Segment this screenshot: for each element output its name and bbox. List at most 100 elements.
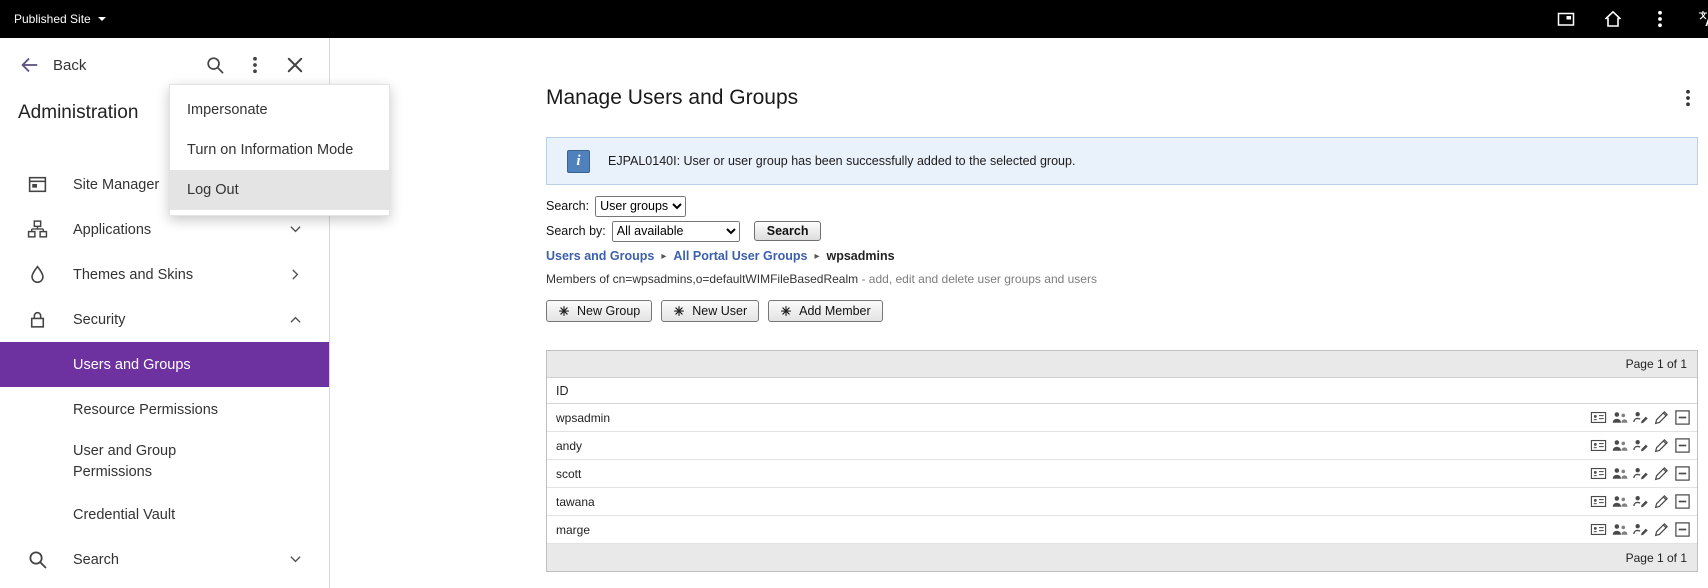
- breadcrumb-separator-icon: ▸: [814, 250, 820, 262]
- sidebar-item-label: Users and Groups: [73, 356, 191, 373]
- manage-users-groups-portlet: Manage Users and Groups i EJPAL0140I: Us…: [546, 86, 1698, 572]
- kebab-icon[interactable]: [1650, 9, 1670, 29]
- row-actions: [1590, 437, 1691, 454]
- sidebar-item-search[interactable]: Search: [0, 537, 329, 582]
- results-table: Page 1 of 1 ID wpsadmin andy scott tawan…: [546, 350, 1698, 572]
- sidebar-item-resource-permissions[interactable]: Resource Permissions: [0, 387, 329, 432]
- members-text: Members of cn=wpsadmins,o=defaultWIMFile…: [546, 272, 859, 286]
- button-label: New User: [692, 304, 748, 318]
- row-id: wpsadmin: [556, 410, 611, 425]
- table-row: marge: [547, 516, 1697, 544]
- id-card-icon[interactable]: [1590, 465, 1607, 482]
- remove-icon[interactable]: [1674, 409, 1691, 426]
- edit-icon[interactable]: [1653, 521, 1670, 538]
- id-card-icon[interactable]: [1590, 437, 1607, 454]
- id-card-icon[interactable]: [1590, 493, 1607, 510]
- main-area: Manage Users and Groups i EJPAL0140I: Us…: [330, 38, 1708, 588]
- back-arrow-icon: [18, 54, 40, 76]
- sidebar-item-security[interactable]: Security: [0, 297, 329, 342]
- sidebar-item-themes-and-skins[interactable]: Themes and Skins: [0, 252, 329, 297]
- published-site-label: Published Site: [14, 12, 91, 26]
- edit-profile-icon[interactable]: [1632, 521, 1649, 538]
- membership-icon[interactable]: [1611, 493, 1628, 510]
- search-type-select[interactable]: User groups: [595, 195, 687, 217]
- row-actions: [1590, 493, 1691, 510]
- breadcrumb: Users and Groups ▸ All Portal User Group…: [546, 249, 1698, 263]
- menu-item-information-mode[interactable]: Turn on Information Mode: [170, 130, 389, 170]
- button-label: Add Member: [799, 304, 871, 318]
- published-site-menu[interactable]: Published Site: [14, 12, 106, 26]
- breadcrumb-separator-icon: ▸: [661, 250, 667, 262]
- new-user-button[interactable]: New User: [661, 300, 760, 322]
- breadcrumb-users-and-groups[interactable]: Users and Groups: [546, 249, 654, 263]
- remove-icon[interactable]: [1674, 437, 1691, 454]
- search-button[interactable]: Search: [753, 221, 822, 241]
- membership-icon[interactable]: [1611, 521, 1628, 538]
- remove-icon[interactable]: [1674, 465, 1691, 482]
- sidebar-header: Back: [18, 54, 305, 76]
- sidebar-item-label: Applications: [73, 221, 152, 238]
- remove-icon[interactable]: [1674, 493, 1691, 510]
- breadcrumb-all-portal-user-groups[interactable]: All Portal User Groups: [673, 249, 807, 263]
- sidebar-item-label: Credential Vault: [73, 506, 176, 523]
- chevron-down-icon: [288, 552, 303, 567]
- membership-icon[interactable]: [1611, 465, 1628, 482]
- table-row: tawana: [547, 488, 1697, 516]
- edit-icon[interactable]: [1653, 437, 1670, 454]
- breadcrumb-current: wpsadmins: [826, 249, 895, 263]
- back-button[interactable]: Back: [18, 54, 86, 76]
- home-icon[interactable]: [1603, 9, 1623, 29]
- sidebar-item-credential-vault[interactable]: Credential Vault: [0, 492, 329, 537]
- site-manager-icon: [27, 174, 48, 195]
- membership-icon[interactable]: [1611, 409, 1628, 426]
- title-row: Manage Users and Groups: [546, 86, 1698, 110]
- id-card-icon[interactable]: [1590, 409, 1607, 426]
- table-pager-top: Page 1 of 1: [547, 351, 1697, 378]
- row-id: scott: [556, 466, 582, 481]
- sidebar-nav: Site Manager Applications Themes and Ski…: [0, 162, 329, 582]
- edit-profile-icon[interactable]: [1632, 409, 1649, 426]
- chevron-right-icon: [288, 267, 303, 282]
- close-icon[interactable]: [285, 55, 305, 75]
- sidebar-item-label: Resource Permissions: [73, 401, 219, 418]
- new-icon: [780, 305, 792, 317]
- row-actions: [1590, 465, 1691, 482]
- sidebar-item-label: Search: [73, 551, 119, 568]
- top-bar: Published Site: [0, 0, 1708, 38]
- edit-profile-icon[interactable]: [1632, 437, 1649, 454]
- lock-icon: [27, 309, 48, 330]
- search-by-select[interactable]: All available: [611, 220, 740, 242]
- sidebar-item-label: Themes and Skins: [73, 266, 194, 283]
- row-actions: [1590, 521, 1691, 538]
- menu-item-impersonate[interactable]: Impersonate: [170, 90, 389, 130]
- table-id-header: ID: [547, 378, 1697, 404]
- translate-icon[interactable]: [1697, 9, 1708, 29]
- add-member-button[interactable]: Add Member: [768, 300, 883, 322]
- id-card-icon[interactable]: [1590, 521, 1607, 538]
- sidebar-item-users-and-groups[interactable]: Users and Groups: [0, 342, 329, 387]
- sidebar-item-user-and-group-permissions[interactable]: User and Group Permissions: [0, 432, 329, 492]
- new-group-button[interactable]: New Group: [546, 300, 653, 322]
- edit-profile-icon[interactable]: [1632, 465, 1649, 482]
- row-id: tawana: [556, 494, 595, 509]
- chevron-down-icon: [288, 222, 303, 237]
- search-icon: [27, 549, 48, 570]
- row-id: andy: [556, 438, 583, 453]
- console-icon[interactable]: [1556, 9, 1576, 29]
- edit-icon[interactable]: [1653, 493, 1670, 510]
- info-icon: i: [567, 149, 590, 173]
- kebab-icon[interactable]: [1678, 88, 1698, 108]
- menu-item-log-out[interactable]: Log Out: [170, 170, 389, 210]
- table-row: andy: [547, 432, 1697, 460]
- page-title: Manage Users and Groups: [546, 86, 799, 109]
- table-row: wpsadmin: [547, 404, 1697, 432]
- new-icon: [673, 305, 685, 317]
- search-icon[interactable]: [205, 55, 225, 75]
- edit-profile-icon[interactable]: [1632, 493, 1649, 510]
- membership-icon[interactable]: [1611, 437, 1628, 454]
- kebab-icon[interactable]: [245, 55, 265, 75]
- edit-icon[interactable]: [1653, 409, 1670, 426]
- edit-icon[interactable]: [1653, 465, 1670, 482]
- search-by-label: Search by:: [546, 224, 606, 238]
- remove-icon[interactable]: [1674, 521, 1691, 538]
